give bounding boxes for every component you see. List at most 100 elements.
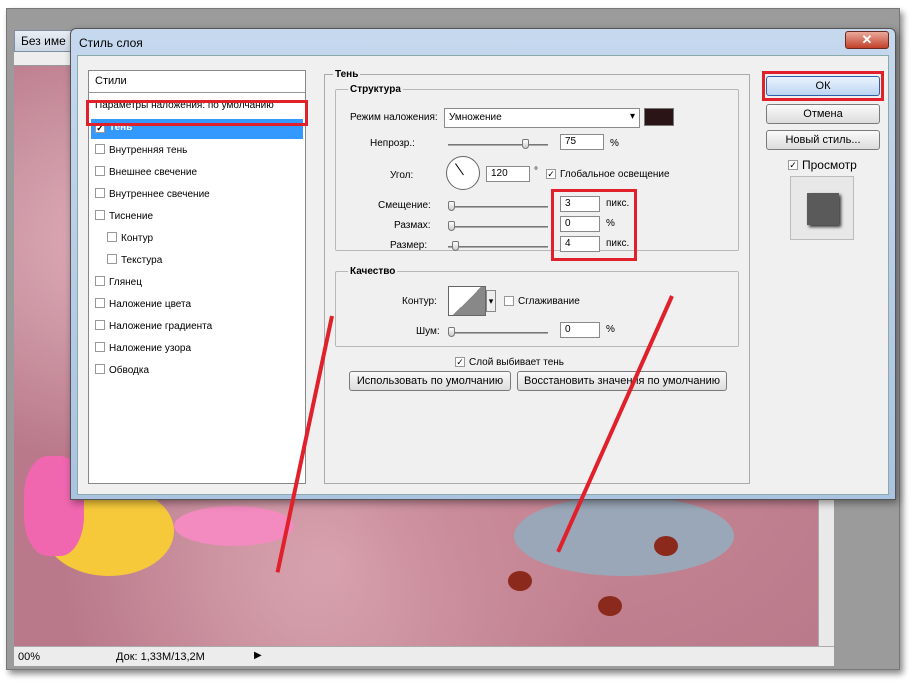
style-item-label: Тиснение bbox=[109, 211, 154, 222]
style-item-label: Наложение цвета bbox=[109, 299, 192, 310]
antialias-checkbox[interactable] bbox=[504, 296, 514, 306]
noise-input[interactable]: 0 bbox=[560, 322, 600, 338]
noise-label: Шум: bbox=[416, 326, 440, 337]
reset-defaults-button[interactable]: Восстановить значения по умолчанию bbox=[517, 371, 727, 391]
highlight-shadow-item bbox=[86, 100, 308, 126]
spread-label: Размах: bbox=[394, 220, 431, 231]
quality-title: Качество bbox=[348, 266, 398, 277]
dialog-body: Стили Параметры наложения: по умолчанию ✓… bbox=[77, 55, 889, 495]
angle-label: Угол: bbox=[390, 170, 414, 181]
style-item[interactable]: Обводка bbox=[91, 361, 303, 381]
noise-unit: % bbox=[606, 324, 615, 335]
styles-header: Стили bbox=[89, 71, 305, 93]
style-checkbox[interactable] bbox=[95, 298, 105, 308]
style-item[interactable]: Наложение цвета bbox=[91, 295, 303, 315]
distance-slider[interactable] bbox=[448, 206, 548, 208]
style-item[interactable]: Внешнее свечение bbox=[91, 163, 303, 183]
size-slider[interactable] bbox=[448, 246, 548, 248]
style-checkbox[interactable] bbox=[95, 342, 105, 352]
grey-pony-image bbox=[514, 496, 734, 576]
style-checkbox[interactable] bbox=[107, 232, 117, 242]
layer-style-dialog: Стиль слоя ✕ Стили Параметры наложения: … bbox=[70, 28, 896, 500]
opacity-input[interactable]: 75 bbox=[560, 134, 604, 150]
angle-dial[interactable] bbox=[446, 156, 480, 190]
highlight-distance-size bbox=[551, 189, 637, 261]
style-item[interactable]: Наложение градиента bbox=[91, 317, 303, 337]
shadow-settings-panel: Тень Структура Режим наложения: Умножени… bbox=[324, 69, 750, 484]
pink-tail-image bbox=[174, 506, 294, 546]
style-checkbox[interactable] bbox=[95, 320, 105, 330]
blend-mode-value: Умножение bbox=[449, 112, 502, 123]
dialog-title: Стиль слоя bbox=[79, 36, 143, 50]
style-item[interactable]: Текстура bbox=[91, 251, 303, 271]
status-arrow-icon[interactable]: ▶ bbox=[254, 650, 262, 661]
size-slider-thumb[interactable] bbox=[452, 241, 459, 251]
style-item[interactable]: Контур bbox=[91, 229, 303, 249]
style-item-label: Обводка bbox=[109, 365, 150, 376]
blend-mode-label: Режим наложения: bbox=[350, 112, 438, 123]
style-checkbox[interactable] bbox=[95, 166, 105, 176]
grey-pony-hoof bbox=[508, 571, 532, 591]
opacity-slider-thumb[interactable] bbox=[522, 139, 529, 149]
chevron-down-icon: ▾ bbox=[629, 111, 635, 122]
preview-checkbox[interactable]: ✓ bbox=[788, 160, 798, 170]
grey-pony-hoof bbox=[598, 596, 622, 616]
style-item-label: Внешнее свечение bbox=[109, 167, 198, 178]
document-info: Док: 1,33М/13,2М bbox=[116, 651, 205, 663]
style-item-label: Глянец bbox=[109, 277, 142, 288]
opacity-unit: % bbox=[610, 138, 619, 149]
global-light-checkbox[interactable]: ✓ bbox=[546, 169, 556, 179]
opacity-label: Непрозр.: bbox=[370, 138, 415, 149]
style-item[interactable]: Внутренняя тень bbox=[91, 141, 303, 161]
status-bar: 00% Док: 1,33М/13,2М ▶ bbox=[14, 646, 834, 666]
distance-slider-thumb[interactable] bbox=[448, 201, 455, 211]
spread-slider[interactable] bbox=[448, 226, 548, 228]
structure-title: Структура bbox=[348, 84, 403, 95]
style-checkbox[interactable] bbox=[95, 276, 105, 286]
make-default-button[interactable]: Использовать по умолчанию bbox=[349, 371, 511, 391]
antialias-label: Сглаживание bbox=[518, 296, 580, 307]
global-light-label: Глобальное освещение bbox=[560, 169, 670, 180]
style-checkbox[interactable] bbox=[95, 364, 105, 374]
contour-dropdown-icon[interactable]: ▾ bbox=[486, 290, 496, 312]
blend-mode-select[interactable]: Умножение ▾ bbox=[444, 108, 640, 128]
grey-pony-hoof bbox=[654, 536, 678, 556]
noise-slider-thumb[interactable] bbox=[448, 327, 455, 337]
new-style-button[interactable]: Новый стиль... bbox=[766, 130, 880, 150]
style-checkbox[interactable] bbox=[95, 210, 105, 220]
knockout-checkbox[interactable]: ✓ bbox=[455, 357, 465, 367]
style-item-label: Наложение узора bbox=[109, 343, 192, 354]
cancel-button[interactable]: Отмена bbox=[766, 104, 880, 124]
style-item-label: Контур bbox=[121, 233, 154, 244]
style-item-label: Внутренняя тень bbox=[109, 145, 188, 156]
preview-thumbnail bbox=[790, 176, 854, 240]
style-checkbox[interactable] bbox=[95, 144, 105, 154]
shadow-color-swatch[interactable] bbox=[644, 108, 674, 126]
style-item[interactable]: Наложение узора bbox=[91, 339, 303, 359]
contour-picker[interactable] bbox=[448, 286, 486, 316]
opacity-slider[interactable] bbox=[448, 144, 548, 146]
highlight-ok-button bbox=[762, 71, 884, 101]
style-item[interactable]: Тиснение bbox=[91, 207, 303, 227]
styles-list: Стили Параметры наложения: по умолчанию ✓… bbox=[88, 70, 306, 484]
style-item-label: Наложение градиента bbox=[109, 321, 213, 332]
style-checkbox[interactable] bbox=[107, 254, 117, 264]
style-item[interactable]: Внутреннее свечение bbox=[91, 185, 303, 205]
style-item[interactable]: Глянец bbox=[91, 273, 303, 293]
zoom-level[interactable]: 00% bbox=[18, 651, 40, 663]
noise-slider[interactable] bbox=[448, 332, 548, 334]
preview-label: Просмотр bbox=[802, 158, 857, 172]
style-item-label: Текстура bbox=[121, 255, 163, 266]
angle-unit: ° bbox=[534, 166, 538, 177]
knockout-label: Слой выбивает тень bbox=[469, 357, 565, 368]
close-button[interactable]: ✕ bbox=[845, 31, 889, 49]
spread-slider-thumb[interactable] bbox=[448, 221, 455, 231]
angle-input[interactable]: 120 bbox=[486, 166, 530, 182]
size-label: Размер: bbox=[390, 240, 428, 251]
style-checkbox[interactable] bbox=[95, 188, 105, 198]
quality-group: Качество Контур: ▾ Сглаживание Шум: 0 % bbox=[335, 266, 739, 347]
distance-label: Смещение: bbox=[378, 200, 431, 211]
structure-group: Структура Режим наложения: Умножение ▾ Н… bbox=[335, 84, 739, 252]
style-item-label: Внутреннее свечение bbox=[109, 189, 210, 200]
panel-title: Тень bbox=[333, 69, 361, 80]
